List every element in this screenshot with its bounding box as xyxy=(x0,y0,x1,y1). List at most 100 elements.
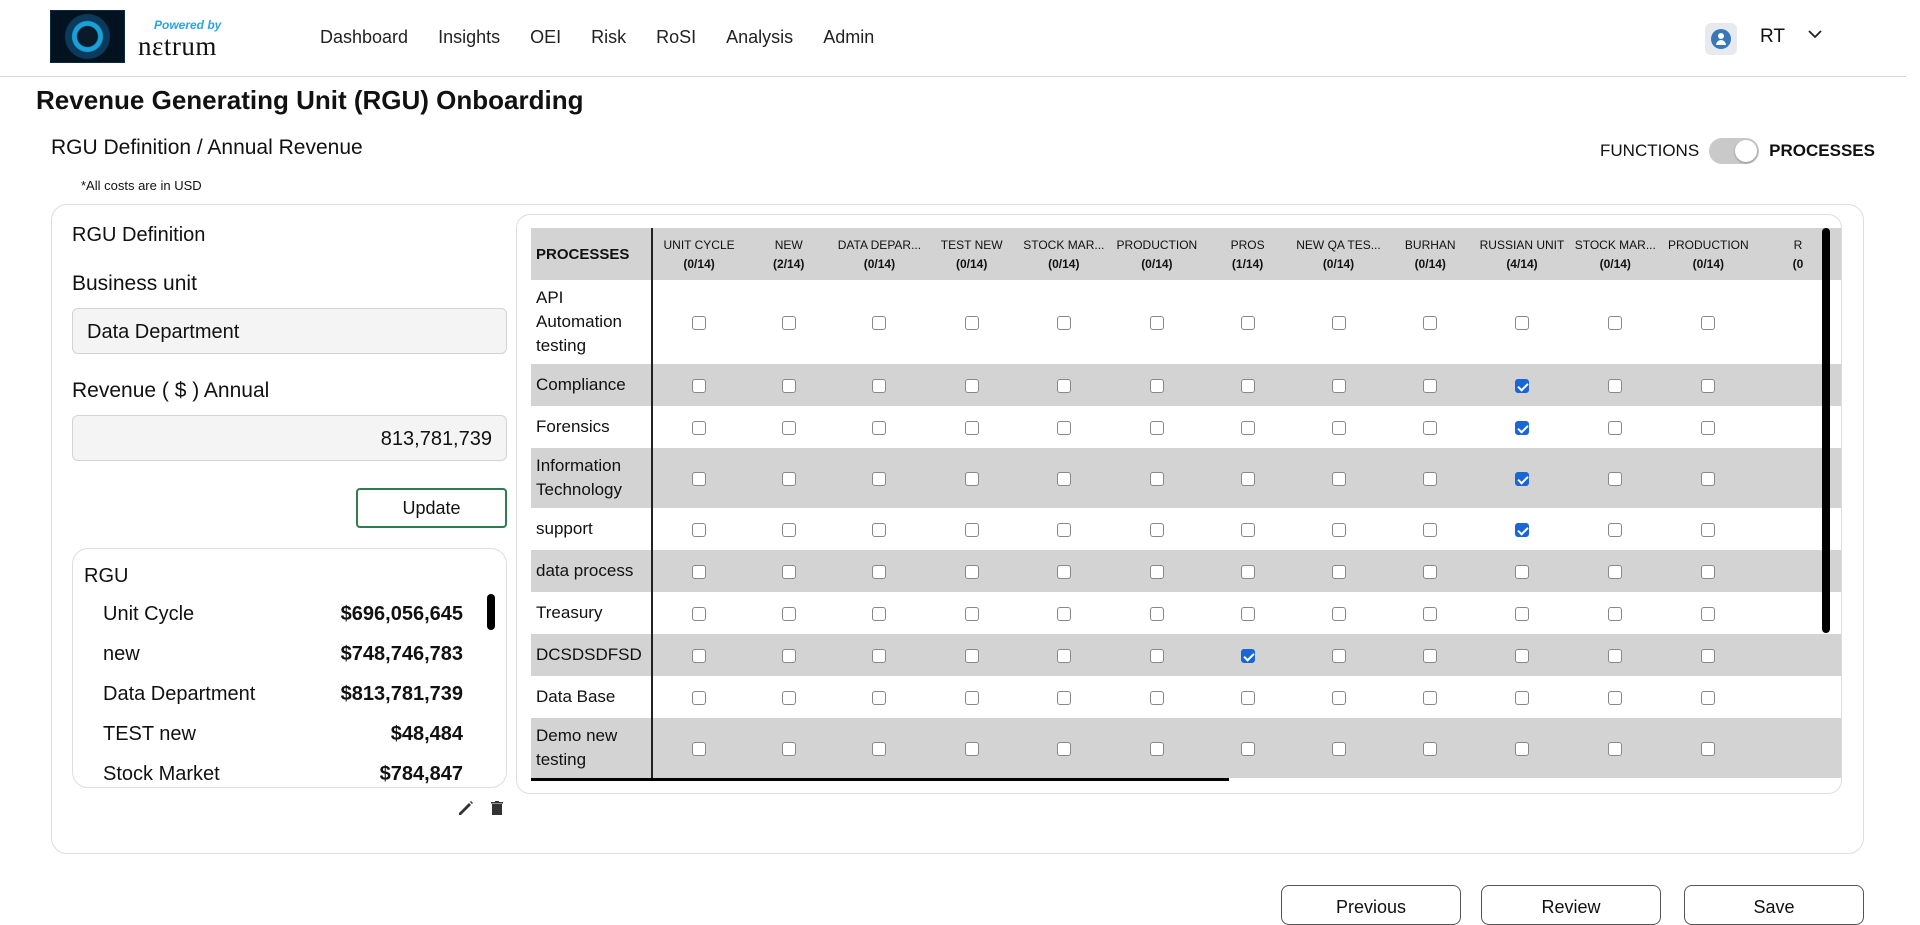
nav-risk[interactable]: Risk xyxy=(591,27,626,48)
process-checkbox[interactable] xyxy=(1514,648,1529,663)
process-checkbox[interactable] xyxy=(1056,420,1071,435)
rgu-list-item[interactable]: Data Department $813,781,739 xyxy=(103,683,463,706)
process-checkbox[interactable] xyxy=(781,315,796,330)
process-checkbox[interactable] xyxy=(781,522,796,537)
chevron-down-icon[interactable] xyxy=(1807,26,1823,42)
process-checkbox[interactable] xyxy=(781,690,796,705)
process-checkbox[interactable] xyxy=(1701,741,1716,756)
process-checkbox[interactable] xyxy=(692,564,707,579)
process-checkbox[interactable] xyxy=(1514,315,1529,330)
pencil-icon[interactable] xyxy=(456,798,476,818)
process-checkbox[interactable] xyxy=(1240,564,1255,579)
process-checkbox[interactable] xyxy=(1423,690,1438,705)
process-checkbox[interactable] xyxy=(964,471,979,486)
process-checkbox[interactable] xyxy=(872,420,887,435)
business-unit-input[interactable]: Data Department xyxy=(72,308,507,354)
process-checkbox[interactable] xyxy=(781,648,796,663)
nav-dashboard[interactable]: Dashboard xyxy=(320,27,408,48)
view-toggle-switch[interactable] xyxy=(1709,138,1760,164)
process-checkbox[interactable] xyxy=(1056,378,1071,393)
user-avatar-icon[interactable] xyxy=(1705,23,1737,55)
process-checkbox[interactable] xyxy=(1240,471,1255,486)
process-checkbox[interactable] xyxy=(872,378,887,393)
process-checkbox[interactable] xyxy=(964,420,979,435)
process-checkbox[interactable] xyxy=(1240,606,1255,621)
process-checkbox[interactable] xyxy=(1514,564,1529,579)
rgu-list-scrollbar[interactable] xyxy=(487,594,495,630)
rgu-list-item[interactable]: Stock Market $784,847 xyxy=(103,763,463,786)
process-checkbox[interactable] xyxy=(1240,648,1255,663)
process-checkbox[interactable] xyxy=(1331,522,1346,537)
process-checkbox[interactable] xyxy=(692,471,707,486)
process-checkbox[interactable] xyxy=(781,564,796,579)
process-checkbox[interactable] xyxy=(1149,522,1164,537)
process-checkbox[interactable] xyxy=(872,690,887,705)
process-checkbox[interactable] xyxy=(1149,606,1164,621)
trash-icon[interactable] xyxy=(487,798,507,818)
process-checkbox[interactable] xyxy=(692,522,707,537)
process-checkbox[interactable] xyxy=(1423,522,1438,537)
process-checkbox[interactable] xyxy=(1701,606,1716,621)
process-checkbox[interactable] xyxy=(1608,378,1623,393)
nav-analysis[interactable]: Analysis xyxy=(726,27,793,48)
process-checkbox[interactable] xyxy=(692,648,707,663)
process-checkbox[interactable] xyxy=(1514,741,1529,756)
process-checkbox[interactable] xyxy=(1331,315,1346,330)
process-checkbox[interactable] xyxy=(1149,378,1164,393)
process-checkbox[interactable] xyxy=(1423,564,1438,579)
process-checkbox[interactable] xyxy=(1423,471,1438,486)
process-checkbox[interactable] xyxy=(1701,315,1716,330)
process-checkbox[interactable] xyxy=(964,648,979,663)
process-checkbox[interactable] xyxy=(1423,606,1438,621)
process-checkbox[interactable] xyxy=(781,420,796,435)
process-checkbox[interactable] xyxy=(1056,315,1071,330)
process-checkbox[interactable] xyxy=(1056,606,1071,621)
grid-vertical-scrollbar[interactable] xyxy=(1822,228,1830,633)
process-checkbox[interactable] xyxy=(1608,471,1623,486)
process-checkbox[interactable] xyxy=(1514,606,1529,621)
process-checkbox[interactable] xyxy=(781,606,796,621)
process-checkbox[interactable] xyxy=(964,690,979,705)
process-checkbox[interactable] xyxy=(1701,378,1716,393)
process-checkbox[interactable] xyxy=(1240,378,1255,393)
process-checkbox[interactable] xyxy=(692,420,707,435)
previous-button[interactable]: Previous xyxy=(1281,885,1461,925)
process-checkbox[interactable] xyxy=(1149,315,1164,330)
process-checkbox[interactable] xyxy=(1240,690,1255,705)
process-checkbox[interactable] xyxy=(1240,741,1255,756)
process-checkbox[interactable] xyxy=(1514,522,1529,537)
process-checkbox[interactable] xyxy=(1149,564,1164,579)
process-checkbox[interactable] xyxy=(1423,648,1438,663)
process-checkbox[interactable] xyxy=(781,471,796,486)
user-initials[interactable]: RT xyxy=(1760,26,1785,48)
process-checkbox[interactable] xyxy=(1608,690,1623,705)
rgu-list-item[interactable]: Unit Cycle $696,056,645 xyxy=(103,603,463,626)
nav-rosi[interactable]: RoSI xyxy=(656,27,696,48)
process-checkbox[interactable] xyxy=(872,315,887,330)
process-checkbox[interactable] xyxy=(1240,420,1255,435)
process-checkbox[interactable] xyxy=(1514,378,1529,393)
process-checkbox[interactable] xyxy=(1331,648,1346,663)
process-checkbox[interactable] xyxy=(964,564,979,579)
process-checkbox[interactable] xyxy=(1056,564,1071,579)
process-checkbox[interactable] xyxy=(1149,420,1164,435)
process-checkbox[interactable] xyxy=(1608,648,1623,663)
page-scrollbar[interactable] xyxy=(1906,0,1920,911)
process-checkbox[interactable] xyxy=(964,522,979,537)
process-checkbox[interactable] xyxy=(964,378,979,393)
review-button[interactable]: Review xyxy=(1481,885,1661,925)
process-checkbox[interactable] xyxy=(872,471,887,486)
process-checkbox[interactable] xyxy=(872,522,887,537)
process-checkbox[interactable] xyxy=(1056,690,1071,705)
process-checkbox[interactable] xyxy=(964,741,979,756)
update-button[interactable]: Update xyxy=(356,488,507,528)
process-checkbox[interactable] xyxy=(1608,741,1623,756)
process-checkbox[interactable] xyxy=(1056,522,1071,537)
process-checkbox[interactable] xyxy=(872,741,887,756)
grid-horizontal-scrollbar[interactable] xyxy=(531,778,1229,781)
process-checkbox[interactable] xyxy=(1240,522,1255,537)
nav-insights[interactable]: Insights xyxy=(438,27,500,48)
process-checkbox[interactable] xyxy=(1608,522,1623,537)
process-checkbox[interactable] xyxy=(1701,471,1716,486)
process-checkbox[interactable] xyxy=(1331,471,1346,486)
